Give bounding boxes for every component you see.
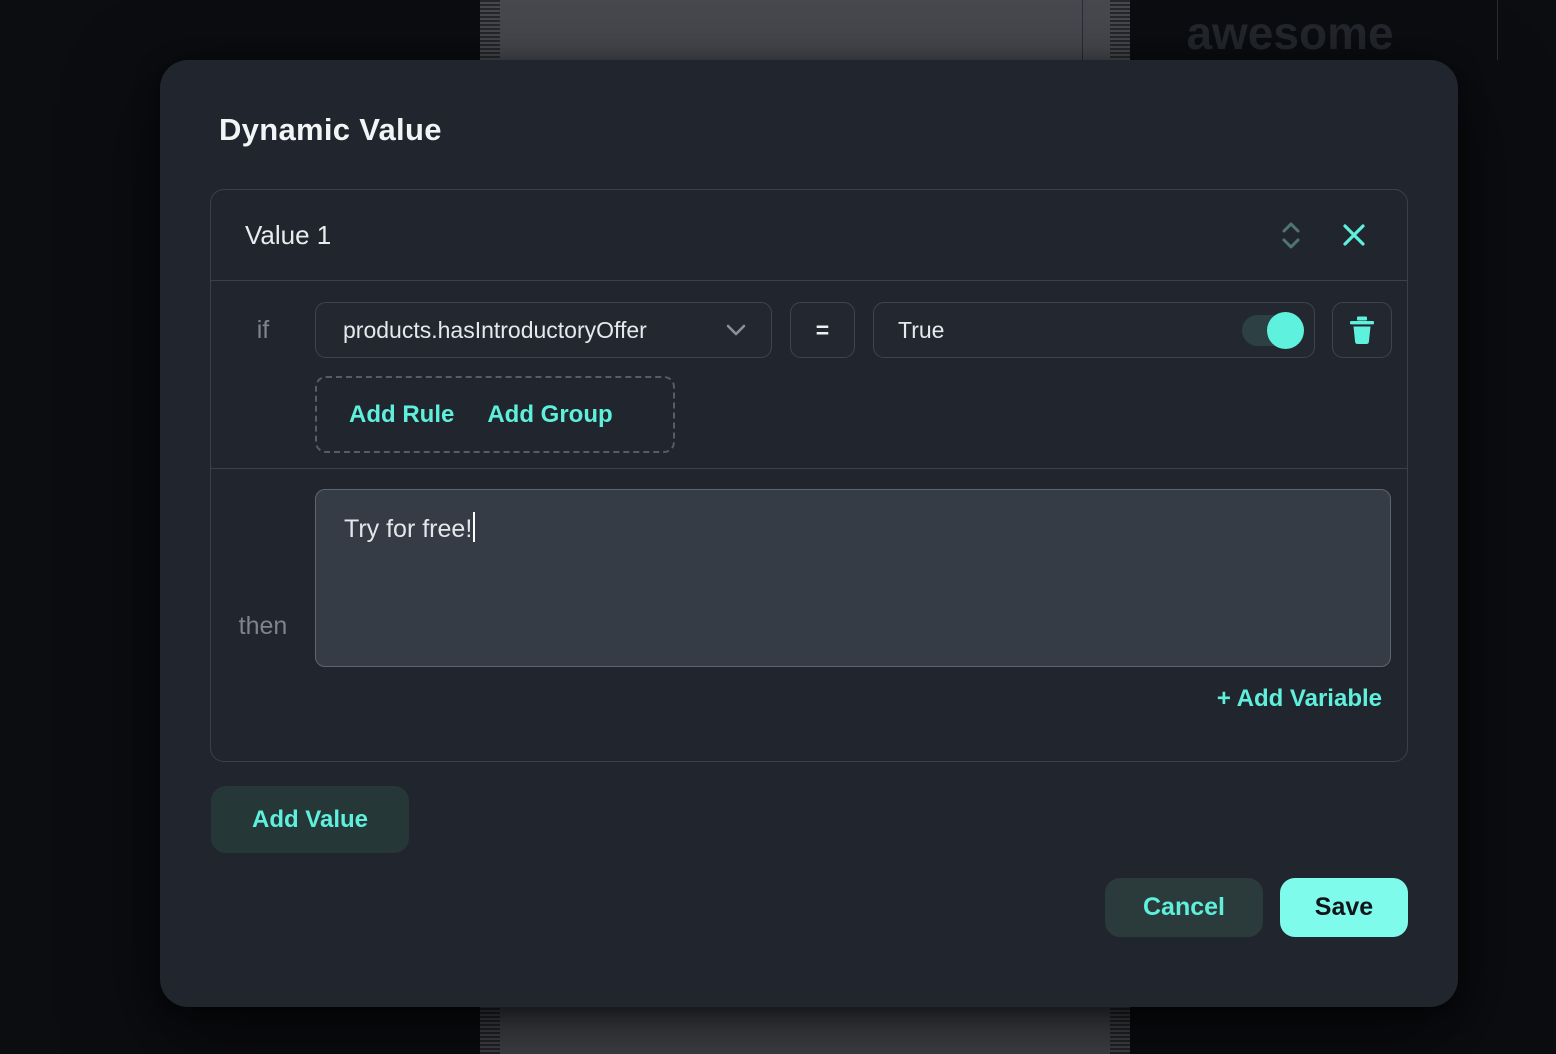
sort-chevrons-icon — [1279, 237, 1303, 250]
screen: The start of an awesome Dynamic Value Va… — [0, 0, 1556, 1054]
cancel-button[interactable]: Cancel — [1105, 878, 1263, 937]
remove-value-button[interactable] — [1337, 218, 1371, 252]
save-button[interactable]: Save — [1280, 878, 1408, 937]
value-text-content: Try for free! — [344, 515, 472, 543]
condition-value-field[interactable]: True — [873, 302, 1315, 358]
reorder-value-button[interactable] — [1275, 217, 1307, 254]
sort-chevrons-icon — [1279, 221, 1303, 234]
toggle-knob — [1267, 312, 1304, 349]
delete-rule-button[interactable] — [1332, 302, 1392, 358]
trash-icon — [1347, 314, 1377, 346]
add-variable-button[interactable]: + Add Variable — [1217, 685, 1382, 713]
then-label: then — [239, 612, 288, 641]
add-rule-button[interactable]: Add Rule — [349, 401, 454, 429]
condition-section: if products.hasIntroductoryOffer = True — [211, 281, 1407, 468]
paywall-headline: The start of an awesome — [1132, 0, 1449, 60]
value-card-header: Value 1 — [211, 190, 1407, 281]
selected-text-element: The start of an awesome — [1082, 0, 1498, 60]
condition-field-dropdown[interactable]: products.hasIntroductoryOffer — [315, 302, 772, 358]
close-icon — [1341, 222, 1367, 248]
modal-footer: Cancel Save — [210, 878, 1408, 937]
condition-value-text: True — [898, 317, 944, 344]
add-rule-group-box: Add Rule Add Group — [315, 376, 675, 453]
value-card: Value 1 — [210, 189, 1408, 762]
rule-row: if products.hasIntroductoryOffer = True — [211, 302, 1407, 358]
value-text-input[interactable]: Try for free! — [315, 489, 1391, 667]
modal-title: Dynamic Value — [219, 112, 1408, 148]
if-label: if — [257, 316, 270, 345]
condition-field-value: products.hasIntroductoryOffer — [343, 317, 647, 344]
then-section: then Try for free! + Add Variable — [211, 468, 1407, 761]
text-cursor — [473, 512, 475, 542]
add-value-button[interactable]: Add Value — [211, 786, 409, 853]
dynamic-value-modal: Dynamic Value Value 1 — [160, 60, 1458, 1007]
chevron-down-icon — [725, 323, 747, 337]
add-group-button[interactable]: Add Group — [487, 401, 612, 429]
boolean-toggle[interactable] — [1242, 315, 1300, 346]
value-card-actions — [1275, 217, 1371, 254]
value-name: Value 1 — [245, 220, 1275, 251]
operator-button[interactable]: = — [790, 302, 855, 358]
